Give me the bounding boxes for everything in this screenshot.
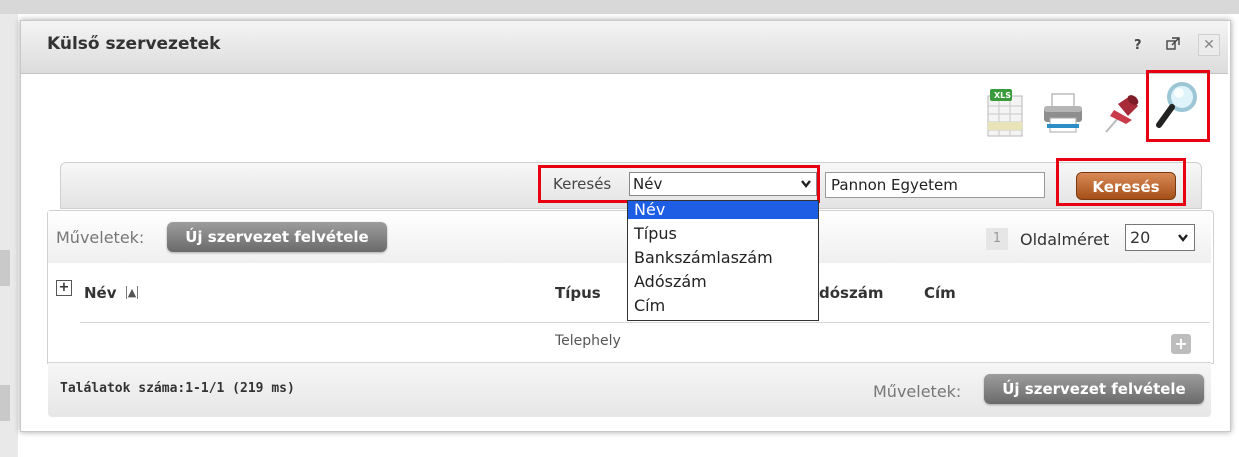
pin-icon[interactable] bbox=[1096, 84, 1148, 142]
sort-ascending-icon[interactable]: ▲ bbox=[125, 286, 139, 299]
dropdown-option-bank-account[interactable]: Bankszámlaszám bbox=[634, 247, 773, 269]
search-label: Keresés bbox=[553, 175, 612, 193]
search-button[interactable]: Keresés bbox=[1076, 172, 1176, 200]
page-size-label: Oldalméret bbox=[1020, 230, 1110, 249]
background-fragment bbox=[0, 250, 10, 286]
chevron-down-icon bbox=[1177, 225, 1189, 259]
header-divider bbox=[80, 322, 1210, 323]
popout-icon[interactable] bbox=[1166, 37, 1180, 55]
column-header-tax-number[interactable]: dószám bbox=[819, 284, 883, 302]
search-field-value: Név bbox=[633, 175, 663, 193]
row-add-icon[interactable]: + bbox=[1171, 334, 1191, 354]
dropdown-option-address[interactable]: Cím bbox=[634, 295, 665, 317]
magnifier-icon bbox=[1156, 82, 1197, 128]
column-header-type[interactable]: Típus bbox=[555, 284, 601, 302]
result-count: Találatok száma:1-1/1 (219 ms) bbox=[60, 381, 295, 396]
dropdown-option-type[interactable]: Típus bbox=[634, 223, 677, 245]
page-size-select[interactable]: 20 bbox=[1125, 224, 1195, 251]
search-field-select[interactable]: Név bbox=[629, 172, 817, 196]
dialog-title: Külső szervezetek bbox=[47, 34, 221, 54]
column-header-address[interactable]: Cím bbox=[924, 284, 956, 302]
new-organization-button[interactable]: Új szervezet felvétele bbox=[167, 222, 387, 252]
dropdown-option-name[interactable]: Név bbox=[628, 201, 818, 219]
xls-label: XLS bbox=[994, 91, 1011, 100]
close-icon[interactable]: ✕ bbox=[1198, 34, 1220, 56]
footer-actions-label: Műveletek: bbox=[873, 382, 962, 401]
dropdown-option-tax-number[interactable]: Adószám bbox=[634, 271, 707, 293]
print-icon[interactable] bbox=[1037, 84, 1089, 142]
actions-label: Műveletek: bbox=[56, 228, 145, 247]
search-field-dropdown[interactable]: Név Típus Bankszámlaszám Adószám Cím bbox=[627, 200, 819, 321]
column-header-name-label: Név bbox=[84, 284, 117, 302]
page-size-value: 20 bbox=[1130, 228, 1151, 247]
expand-all-icon[interactable]: + bbox=[56, 280, 72, 296]
search-input[interactable]: Pannon Egyetem bbox=[825, 172, 1045, 198]
table-row-type-cell: Telephely bbox=[555, 333, 621, 349]
footer-new-organization-button[interactable]: Új szervezet felvétele bbox=[984, 374, 1204, 404]
background-fragment bbox=[0, 385, 10, 421]
help-icon[interactable]: ? bbox=[1134, 38, 1142, 53]
chevron-down-icon bbox=[800, 173, 812, 202]
xls-export-icon[interactable]: XLS bbox=[980, 84, 1032, 142]
page-number[interactable]: 1 bbox=[986, 228, 1008, 250]
search-toggle-highlight[interactable] bbox=[1146, 70, 1210, 142]
background-page bbox=[0, 0, 1239, 14]
column-header-name[interactable]: Név ▲ bbox=[84, 284, 139, 302]
